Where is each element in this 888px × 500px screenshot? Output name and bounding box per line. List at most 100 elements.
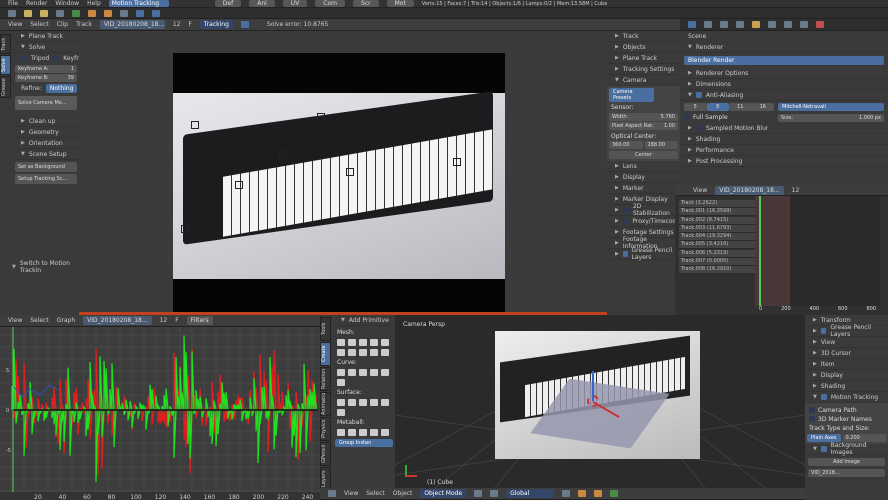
panel-grease-pencil[interactable]: ▶ Grease Pencil Layers bbox=[607, 247, 680, 261]
keyframe-b-field[interactable]: Keyframe B: 39 bbox=[15, 74, 77, 82]
primitive-icon[interactable] bbox=[381, 369, 389, 376]
clip-selector[interactable]: VID_20180208_18... bbox=[99, 20, 165, 29]
primitive-icon[interactable] bbox=[348, 369, 356, 376]
group-instance-select[interactable]: Group Instan bbox=[335, 439, 393, 447]
primitive-icon[interactable] bbox=[359, 369, 367, 376]
screen-ani[interactable]: Ani bbox=[249, 0, 275, 7]
panel-scene-setup[interactable]: ▼ Scene Setup bbox=[13, 149, 79, 160]
tab-grease[interactable]: Grease bbox=[0, 76, 11, 98]
track-channel[interactable]: Track.001 (16.3599) bbox=[679, 208, 755, 217]
keyframe-a-field[interactable]: Keyframe A: 1 bbox=[15, 65, 77, 73]
menu-help[interactable]: Help bbox=[87, 0, 101, 7]
menu-view[interactable]: View bbox=[8, 21, 22, 28]
primitive-icon[interactable] bbox=[337, 379, 345, 386]
panel-display[interactable]: ▶ Display bbox=[607, 172, 680, 183]
panel-dimensions[interactable]: ▶ Dimensions bbox=[680, 79, 888, 90]
switch-to-motion-tracking[interactable]: ▼ Switch to Motion Trackin bbox=[4, 260, 79, 274]
toolbar-icon[interactable] bbox=[40, 9, 48, 17]
panel-camera[interactable]: ▼ Camera bbox=[607, 75, 680, 86]
frame-field[interactable]: 12 bbox=[173, 21, 181, 28]
panel-solve[interactable]: ▼ Solve bbox=[13, 42, 79, 53]
track-size-field[interactable]: 0.200 bbox=[842, 434, 886, 442]
screen-mot[interactable]: Mot bbox=[386, 0, 414, 7]
panel-proxy[interactable]: ▶ Proxy/Timecode bbox=[607, 216, 680, 227]
track-marker[interactable] bbox=[235, 181, 243, 189]
sensor-width-field[interactable]: Width: 5.760 bbox=[609, 113, 678, 121]
panel-plane-track[interactable]: ▶ Plane Track bbox=[607, 53, 680, 64]
aa-samples-11[interactable]: 11 bbox=[729, 103, 752, 111]
keyframe-checkbox[interactable] bbox=[53, 55, 60, 62]
primitive-icon[interactable] bbox=[337, 349, 345, 356]
toolbar-icon[interactable] bbox=[152, 9, 160, 17]
fake-user[interactable]: F bbox=[188, 21, 191, 28]
primitive-icon[interactable] bbox=[381, 339, 389, 346]
primitive-icon[interactable] bbox=[370, 399, 378, 406]
channel-region[interactable] bbox=[755, 196, 880, 306]
toolbar-icon[interactable] bbox=[72, 9, 80, 17]
panel-post-processing[interactable]: ▶ Post Processing bbox=[680, 156, 888, 167]
track-marker[interactable] bbox=[317, 113, 325, 121]
panel-plane-track[interactable]: ▶ Plane Track bbox=[13, 31, 79, 42]
scene-tab-icon[interactable] bbox=[720, 21, 728, 28]
aa-samples-5[interactable]: 5 bbox=[684, 103, 707, 111]
primitive-icon[interactable] bbox=[348, 349, 356, 356]
panel-cleanup[interactable]: ▶ Clean up bbox=[13, 116, 79, 127]
primitive-icon[interactable] bbox=[359, 339, 367, 346]
tab-track[interactable]: Track bbox=[0, 34, 11, 54]
panel-motion-blur[interactable]: ▶ Sampled Motion Blur bbox=[680, 123, 888, 134]
tab-animatio[interactable]: Animatio bbox=[320, 392, 331, 416]
track-marker[interactable] bbox=[181, 225, 189, 233]
panel-lens[interactable]: ▶ Lens bbox=[607, 161, 680, 172]
panel-renderer[interactable]: ▼ Renderer bbox=[680, 42, 888, 53]
menu-window[interactable]: Window bbox=[55, 0, 79, 7]
layers-tab-icon[interactable] bbox=[704, 21, 712, 28]
panel-performance[interactable]: ▶ Performance bbox=[680, 145, 888, 156]
toolbar-icon[interactable] bbox=[120, 9, 128, 17]
modifiers-tab-icon[interactable] bbox=[784, 21, 792, 28]
primitive-icon[interactable] bbox=[381, 429, 389, 436]
primitive-icon[interactable] bbox=[337, 429, 345, 436]
track-channel[interactable]: Track.003 (11.6793) bbox=[679, 224, 755, 233]
menu-object[interactable]: Object bbox=[393, 490, 413, 497]
toolbar-icon[interactable] bbox=[104, 9, 112, 17]
solve-camera-button[interactable]: Solve Camera Mo... bbox=[15, 96, 77, 110]
track-marker[interactable] bbox=[346, 168, 354, 176]
orientation-select[interactable]: Global bbox=[506, 489, 555, 498]
primitive-icon[interactable] bbox=[348, 339, 356, 346]
3d-viewport[interactable]: Camera Persp (1) Cube bbox=[395, 315, 805, 488]
track-channel[interactable]: Track.007 (0.0000) bbox=[679, 258, 755, 267]
tab-physics[interactable]: Physics bbox=[320, 417, 331, 441]
setup-tracking-scene-button[interactable]: Setup Tracking Sc... bbox=[15, 174, 77, 184]
panel-track[interactable]: ▶ Track bbox=[607, 31, 680, 42]
filter-size-field[interactable]: Size: 1.000 px bbox=[778, 114, 884, 122]
toolbar-icon[interactable] bbox=[8, 9, 16, 17]
screen-uv[interactable]: UV bbox=[282, 0, 308, 7]
toolbar-icon[interactable] bbox=[88, 9, 96, 17]
primitive-icon[interactable] bbox=[370, 429, 378, 436]
screen-com[interactable]: Com bbox=[315, 0, 346, 7]
pivot-icon[interactable] bbox=[490, 490, 499, 497]
primitive-icon[interactable] bbox=[370, 339, 378, 346]
shading-icon[interactable] bbox=[474, 490, 483, 497]
marker-names-checkbox[interactable] bbox=[809, 416, 815, 422]
primitive-icon[interactable] bbox=[337, 409, 345, 416]
primitive-icon[interactable] bbox=[381, 399, 389, 406]
z-axis-gizmo[interactable] bbox=[592, 371, 594, 401]
track-channel[interactable]: Track.004 (19.3294) bbox=[679, 233, 755, 242]
screen-def[interactable]: Def bbox=[214, 0, 242, 7]
menu-view[interactable]: View bbox=[344, 490, 358, 497]
clip-selector[interactable]: VID_20180208_18... bbox=[83, 316, 152, 325]
tab-tools[interactable]: Tools bbox=[320, 317, 331, 341]
panel-shading[interactable]: ▶ Shading bbox=[680, 134, 888, 145]
panel-orientation[interactable]: ▶ Orientation bbox=[13, 138, 79, 149]
refine-select[interactable]: Nothing bbox=[45, 84, 78, 93]
frame-field[interactable]: 12 bbox=[792, 187, 800, 194]
panel-anti-aliasing[interactable]: ▼ Anti-Aliasing bbox=[680, 90, 888, 101]
menu-clip[interactable]: Clip bbox=[57, 21, 68, 28]
clip-viewport[interactable] bbox=[79, 31, 607, 315]
render-engine-select[interactable]: Blender Render bbox=[684, 56, 884, 65]
view-icon[interactable] bbox=[240, 21, 249, 28]
curve-plot[interactable]: 20 40 60 80 100 120 140 160 180 200 220 240 5 0 -5 bbox=[0, 327, 320, 500]
filters-button[interactable]: Filters bbox=[186, 316, 213, 325]
primitive-icon[interactable] bbox=[359, 349, 367, 356]
